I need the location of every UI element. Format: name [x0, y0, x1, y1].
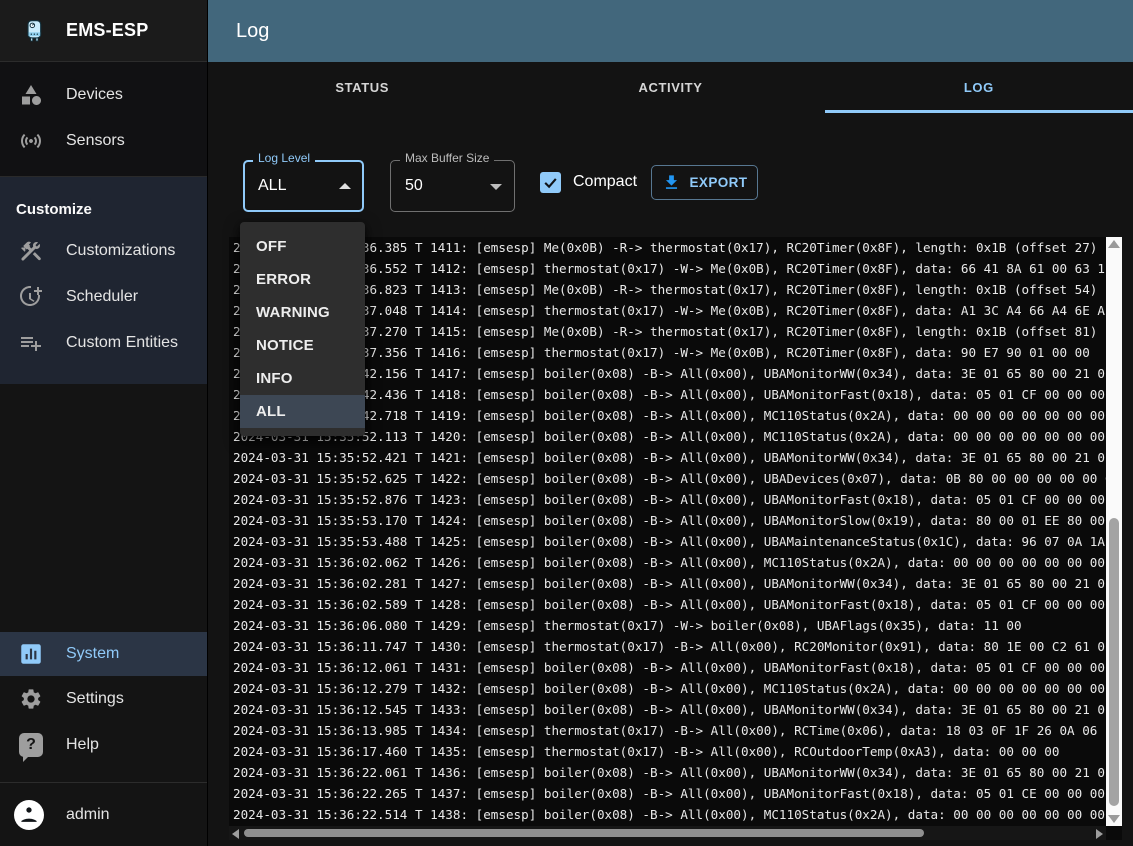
tab-log[interactable]: LOG	[825, 62, 1133, 113]
sidebar-item-sensors[interactable]: Sensors	[0, 118, 207, 164]
sidebar-item-customizations[interactable]: Customizations	[0, 228, 207, 274]
log-line: 2024-03-31 15:35:52.625 T 1422: [emsesp]…	[233, 468, 1106, 489]
scroll-down-arrow-icon[interactable]	[1108, 815, 1120, 823]
username: admin	[66, 806, 110, 824]
horizontal-scrollbar-thumb[interactable]	[244, 829, 924, 837]
chevron-up-icon	[339, 183, 351, 189]
construction-icon	[18, 238, 44, 264]
sidebar-item-label: Sensors	[66, 132, 125, 150]
max-buffer-value: 50	[405, 177, 423, 195]
log-line: 2024-03-31 15:36:12.279 T 1432: [emsesp]…	[233, 678, 1106, 699]
playlist-add-icon	[18, 330, 44, 356]
vertical-scrollbar-thumb[interactable]	[1109, 518, 1119, 806]
sidebar: EMS-ESP Devices Sensors Customize	[0, 0, 208, 846]
log-line: 2024-03-31 15:36:22.514 T 1438: [emsesp]…	[233, 804, 1106, 825]
log-level-label: Log Level	[253, 151, 315, 165]
log-line: 2024-03-31 15:36:02.281 T 1427: [emsesp]…	[233, 573, 1106, 594]
sidebar-item-label: Devices	[66, 86, 123, 104]
vertical-scrollbar[interactable]	[1106, 237, 1122, 826]
log-line: 2024-03-31 15:36:12.545 T 1433: [emsesp]…	[233, 699, 1106, 720]
log-line: 2024-03-31 15:35:52.421 T 1421: [emsesp]…	[233, 447, 1106, 468]
boiler-logo-icon	[16, 13, 52, 49]
log-level-option[interactable]: INFO	[240, 362, 365, 395]
log-line: 2024-03-31 15:36:06.080 T 1429: [emsesp]…	[233, 615, 1106, 636]
log-line: 2024-03-31 15:36:02.062 T 1426: [emsesp]…	[233, 552, 1106, 573]
sidebar-item-scheduler[interactable]: Scheduler	[0, 274, 207, 320]
sidebar-item-settings[interactable]: Settings	[0, 676, 207, 722]
tab-status[interactable]: STATUS	[208, 62, 516, 113]
log-line: 2024-03-31 15:35:52.876 T 1423: [emsesp]…	[233, 489, 1106, 510]
sidebar-item-label: Scheduler	[66, 288, 138, 306]
page-header: Log	[208, 0, 1133, 62]
log-line: 2024-03-31 15:36:11.747 T 1430: [emsesp]…	[233, 636, 1106, 657]
checkbox-checked-icon[interactable]	[540, 172, 561, 193]
help-icon: ?	[18, 732, 44, 758]
active-tab-indicator	[825, 110, 1133, 113]
sidebar-spacer	[0, 384, 207, 632]
account-circle-icon	[14, 800, 44, 830]
log-line: 2024-03-31 15:36:12.061 T 1431: [emsesp]…	[233, 657, 1106, 678]
log-level-option[interactable]: NOTICE	[240, 329, 365, 362]
log-level-option[interactable]: ALL	[240, 395, 365, 428]
sidebar-item-label: Custom Entities	[66, 334, 178, 352]
user-row[interactable]: admin	[0, 782, 207, 846]
log-level-option[interactable]: WARNING	[240, 296, 365, 329]
app-logo-row: EMS-ESP	[0, 0, 207, 62]
sidebar-item-help[interactable]: ? Help	[0, 722, 207, 768]
log-line: 2024-03-31 15:36:02.589 T 1428: [emsesp]…	[233, 594, 1106, 615]
log-line: 2024-03-31 15:36:22.061 T 1436: [emsesp]…	[233, 762, 1106, 783]
scroll-up-arrow-icon[interactable]	[1108, 240, 1120, 248]
log-line: 2024-03-31 15:35:53.170 T 1424: [emsesp]…	[233, 510, 1106, 531]
log-line: 2024-03-31 15:36:22.265 T 1437: [emsesp]…	[233, 783, 1106, 804]
sidebar-item-label: Help	[66, 736, 99, 754]
sidebar-item-system[interactable]: System	[0, 632, 207, 676]
gear-icon	[18, 686, 44, 712]
chevron-down-icon	[490, 184, 502, 190]
log-level-option[interactable]: ERROR	[240, 263, 365, 296]
scroll-left-arrow-icon[interactable]	[232, 829, 239, 839]
download-icon	[662, 173, 681, 192]
max-buffer-select[interactable]: Max Buffer Size 50	[390, 160, 515, 212]
sensors-icon	[18, 128, 44, 154]
log-level-select[interactable]: Log Level ALL	[243, 160, 364, 212]
log-level-option[interactable]: OFF	[240, 230, 365, 263]
sidebar-item-label: System	[66, 645, 119, 663]
category-icon	[18, 82, 44, 108]
sidebar-main-nav: Devices Sensors	[0, 62, 207, 177]
tab-bar: STATUS ACTIVITY LOG	[208, 62, 1133, 113]
ems-esp-app: EMS-ESP Devices Sensors Customize	[0, 0, 1133, 846]
customize-section-header: Customize	[0, 185, 207, 228]
analytics-icon	[18, 641, 44, 667]
log-line: 2024-03-31 15:36:13.985 T 1434: [emsesp]…	[233, 720, 1106, 741]
log-level-menu: OFFERRORWARNINGNOTICEINFOALL	[240, 222, 365, 436]
more-time-icon	[18, 284, 44, 310]
export-button[interactable]: EXPORT	[651, 165, 758, 200]
log-line: 2024-03-31 15:35:53.488 T 1425: [emsesp]…	[233, 531, 1106, 552]
compact-label: Compact	[573, 173, 637, 191]
page-title: Log	[236, 20, 269, 43]
horizontal-scrollbar[interactable]	[229, 826, 1106, 840]
sidebar-item-label: Settings	[66, 690, 124, 708]
log-line: 2024-03-31 15:36:17.460 T 1435: [emsesp]…	[233, 741, 1106, 762]
sidebar-item-label: Customizations	[66, 242, 175, 260]
log-level-value: ALL	[258, 177, 286, 195]
tab-activity[interactable]: ACTIVITY	[516, 62, 824, 113]
app-title: EMS-ESP	[66, 20, 148, 41]
max-buffer-label: Max Buffer Size	[400, 151, 494, 165]
scroll-right-arrow-icon[interactable]	[1096, 829, 1103, 839]
sidebar-customize-section: Customize Customizations Scheduler Custo…	[0, 177, 207, 384]
compact-checkbox-row[interactable]: Compact	[540, 168, 637, 196]
sidebar-item-devices[interactable]: Devices	[0, 72, 207, 118]
sidebar-item-custom-entities[interactable]: Custom Entities	[0, 320, 207, 366]
